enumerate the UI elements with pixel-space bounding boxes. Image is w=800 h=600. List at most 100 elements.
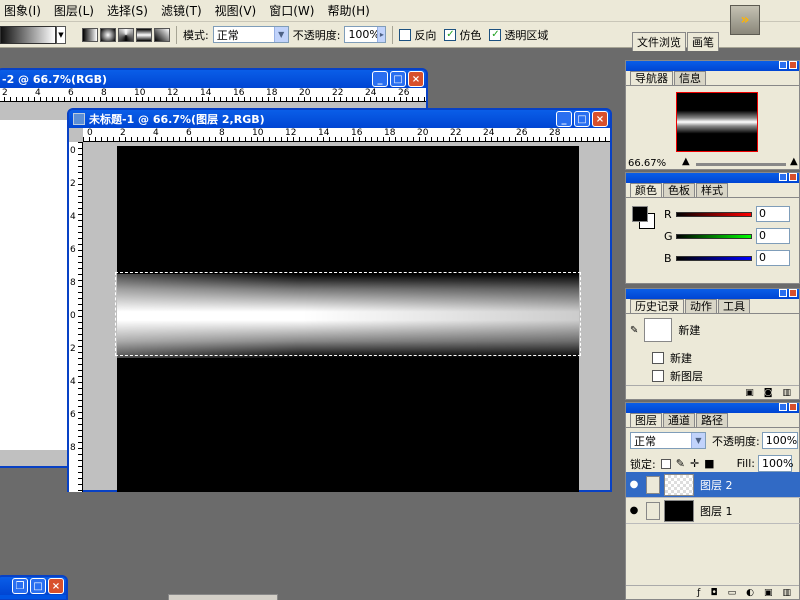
menu-select[interactable]: 选择(S) <box>107 2 148 19</box>
back-window-titlebar[interactable]: -2 @ 66.7%(RGB) _ □ × <box>0 70 426 88</box>
radial-gradient-icon[interactable] <box>100 27 116 42</box>
reflected-gradient-icon[interactable] <box>136 27 152 42</box>
tab-styles[interactable]: 样式 <box>696 183 728 197</box>
minimize-icon[interactable] <box>779 61 787 69</box>
close-icon[interactable]: × <box>48 578 64 594</box>
close-icon[interactable] <box>789 403 797 411</box>
tab-file-browser[interactable]: 文件浏览 <box>632 32 686 51</box>
restore-icon[interactable]: ❐ <box>12 578 28 594</box>
layer-row[interactable]: ● 图层 2 <box>626 472 800 498</box>
maximize-icon[interactable]: □ <box>390 71 406 87</box>
tab-tools[interactable]: 工具 <box>718 299 750 313</box>
palette-header[interactable] <box>626 173 799 183</box>
gradient-dropdown-icon[interactable]: ▼ <box>56 25 66 44</box>
tab-color[interactable]: 颜色 <box>630 183 662 197</box>
eye-icon[interactable]: ● <box>626 505 642 516</box>
tab-actions[interactable]: 动作 <box>685 299 717 313</box>
diamond-gradient-icon[interactable] <box>154 27 170 42</box>
history-item[interactable]: 新图层 <box>630 368 703 384</box>
dither-checkbox-wrap[interactable]: ✓ 仿色 <box>444 27 481 43</box>
minimize-icon[interactable]: _ <box>372 71 388 87</box>
mask-icon[interactable]: ◘ <box>710 588 717 598</box>
linear-gradient-icon[interactable] <box>82 27 98 42</box>
tab-channels[interactable]: 通道 <box>663 413 695 427</box>
close-icon[interactable] <box>789 173 797 181</box>
zoom-slider[interactable] <box>696 163 786 166</box>
layer-row[interactable]: ● 图层 1 <box>626 498 800 524</box>
lock-paint-icon[interactable]: ✎ <box>676 457 685 470</box>
blue-slider[interactable] <box>676 255 752 261</box>
green-slider[interactable] <box>676 233 752 239</box>
reverse-checkbox[interactable] <box>399 28 412 41</box>
folder-icon[interactable]: ▭ <box>728 588 737 598</box>
maximize-icon[interactable]: □ <box>574 111 590 127</box>
transparency-checkbox-wrap[interactable]: ✓ 透明区域 <box>489 27 548 43</box>
zoom-in-icon[interactable]: ▲ <box>790 156 798 167</box>
menu-window[interactable]: 窗口(W) <box>269 2 314 19</box>
minimize-icon[interactable] <box>779 289 787 297</box>
trash-icon[interactable]: ▥ <box>782 388 791 398</box>
tab-paths[interactable]: 路径 <box>696 413 728 427</box>
lock-transparency-icon[interactable] <box>660 458 671 469</box>
menu-help[interactable]: 帮助(H) <box>327 2 369 19</box>
minimized-window-titlebar[interactable]: ❐ □ × <box>0 577 66 595</box>
eye-icon[interactable]: ● <box>626 479 642 490</box>
trash-icon[interactable]: ▥ <box>782 588 791 598</box>
tab-swatches[interactable]: 色板 <box>663 183 695 197</box>
adjustment-icon[interactable]: ◐ <box>746 588 754 598</box>
minimize-icon[interactable]: _ <box>556 111 572 127</box>
zoom-out-icon[interactable]: ▲ <box>682 156 690 167</box>
navigator-zoom[interactable]: 66.67% <box>628 158 666 169</box>
fill-field[interactable]: 100% <box>757 455 793 472</box>
brush-link-icon[interactable] <box>646 501 660 520</box>
back-canvas[interactable] <box>0 120 72 450</box>
document-canvas[interactable] <box>115 146 581 492</box>
history-snapshot[interactable]: ✎ 新建 <box>630 318 700 342</box>
lock-all-icon[interactable]: ■ <box>704 457 714 470</box>
marquee-selection[interactable] <box>115 272 581 356</box>
close-icon[interactable] <box>789 61 797 69</box>
dither-checkbox[interactable]: ✓ <box>444 28 457 41</box>
history-item[interactable]: 新建 <box>630 350 692 366</box>
tab-history[interactable]: 历史记录 <box>630 299 684 313</box>
close-icon[interactable] <box>789 289 797 297</box>
maximize-icon[interactable]: □ <box>30 578 46 594</box>
layer-opacity-field[interactable]: 100% <box>761 432 798 449</box>
angle-gradient-icon[interactable] <box>118 27 134 42</box>
layer-style-icon[interactable]: ƒ <box>697 588 700 598</box>
reverse-checkbox-wrap[interactable]: 反向 <box>399 27 436 43</box>
blue-value[interactable]: 0 <box>756 250 790 266</box>
menu-image[interactable]: 图象(I) <box>4 2 41 19</box>
minimize-icon[interactable] <box>779 173 787 181</box>
palette-header[interactable] <box>626 403 799 413</box>
tab-layers[interactable]: 图层 <box>630 413 662 427</box>
minimize-icon[interactable] <box>779 403 787 411</box>
gradient-preview[interactable] <box>0 25 56 44</box>
imageready-jump-icon[interactable]: » <box>730 5 760 35</box>
palette-header[interactable] <box>626 289 799 299</box>
tab-navigator[interactable]: 导航器 <box>630 71 673 85</box>
green-value[interactable]: 0 <box>756 228 790 244</box>
red-slider[interactable] <box>676 211 752 217</box>
main-window-titlebar[interactable]: 未标题-1 @ 66.7%(图层 2,RGB) _ □ × <box>69 110 610 128</box>
navigator-thumbnail[interactable] <box>676 92 758 152</box>
close-icon[interactable]: × <box>408 71 424 87</box>
menu-filter[interactable]: 滤镜(T) <box>161 2 202 19</box>
new-layer-icon[interactable]: ▣ <box>764 588 773 598</box>
tab-info[interactable]: 信息 <box>674 71 706 85</box>
transparency-checkbox[interactable]: ✓ <box>489 28 502 41</box>
foreground-color[interactable] <box>632 206 648 222</box>
mode-select[interactable]: 正常 ▼ <box>212 26 289 43</box>
lock-move-icon[interactable]: ✛ <box>690 457 699 470</box>
blend-mode-select[interactable]: 正常 ▼ <box>630 432 706 449</box>
tab-brushes[interactable]: 画笔 <box>687 32 719 51</box>
palette-header[interactable] <box>626 61 799 71</box>
close-icon[interactable]: × <box>592 111 608 127</box>
new-document-icon[interactable]: ▣ <box>745 388 754 398</box>
opacity-field[interactable]: 100% ▸ <box>344 26 387 43</box>
brush-link-icon[interactable] <box>646 475 660 494</box>
red-value[interactable]: 0 <box>756 206 790 222</box>
camera-icon[interactable]: ◙ <box>764 388 773 398</box>
menu-layer[interactable]: 图层(L) <box>54 2 94 19</box>
menu-view[interactable]: 视图(V) <box>215 2 257 19</box>
